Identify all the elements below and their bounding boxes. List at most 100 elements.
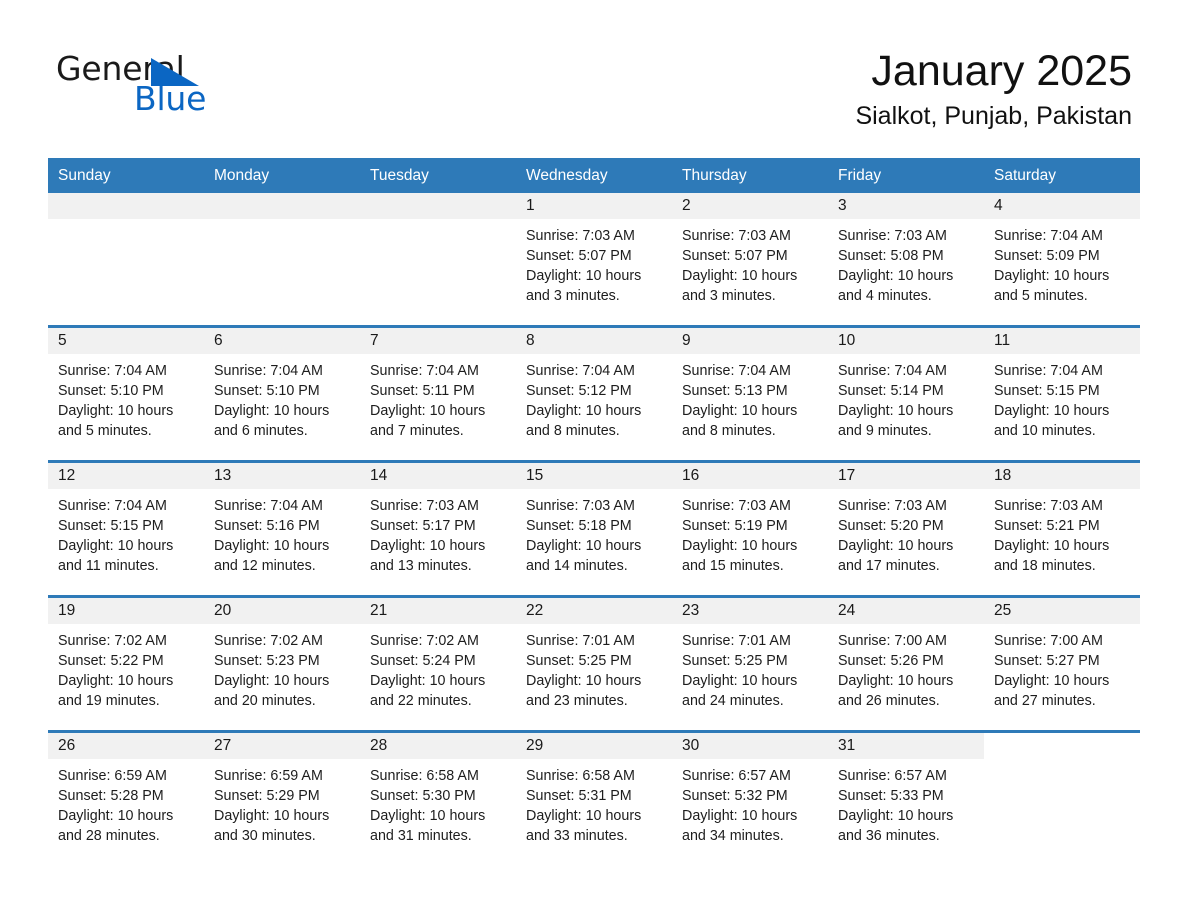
calendar-day-cell[interactable]: 27 Sunrise: 6:59 AM Sunset: 5:29 PM Dayligh… — [204, 733, 360, 866]
calendar-day-cell[interactable]: 14 Sunrise: 7:03 AM Sunset: 5:17 PM Dayligh… — [360, 463, 516, 596]
day-detail-line: Sunset: 5:26 PM — [838, 653, 944, 670]
calendar-day-cell[interactable]: 9 Sunrise: 7:04 AM Sunset: 5:13 PM Daylight… — [672, 328, 828, 461]
calendar-day-cell[interactable]: 23 Sunrise: 7:01 AM Sunset: 5:25 PM Dayligh… — [672, 598, 828, 731]
day-details: Sunrise: 7:02 AM Sunset: 5:22 PM Daylight:… — [48, 624, 204, 711]
day-detail-line: Sunrise: 6:57 AM — [682, 768, 791, 785]
calendar-day-cell[interactable]: 29 Sunrise: 6:58 AM Sunset: 5:31 PM Dayligh… — [516, 733, 672, 866]
day-number: 2 — [682, 197, 691, 215]
calendar-empty-cell — [984, 733, 1140, 866]
day-number: 21 — [370, 602, 388, 620]
day-detail-line: Sunset: 5:19 PM — [682, 518, 788, 535]
calendar-day-cell[interactable]: 20 Sunrise: 7:02 AM Sunset: 5:23 PM Dayligh… — [204, 598, 360, 731]
day-number: 1 — [526, 197, 535, 215]
calendar-day-cell[interactable]: 30 Sunrise: 6:57 AM Sunset: 5:32 PM Dayligh… — [672, 733, 828, 866]
day-number-band: 30 — [672, 733, 828, 760]
day-detail-line: and 8 minutes. — [526, 423, 620, 440]
day-detail-line: Sunset: 5:07 PM — [682, 248, 788, 265]
day-detail-line: Sunrise: 7:03 AM — [526, 228, 635, 245]
day-detail-line: Sunset: 5:28 PM — [58, 788, 164, 805]
day-detail-line: Sunset: 5:13 PM — [682, 383, 788, 400]
week-grid: 5 Sunrise: 7:04 AM Sunset: 5:10 PM Daylight… — [48, 328, 1140, 461]
day-detail-line: and 23 minutes. — [526, 693, 628, 710]
calendar-week-row: 12 Sunrise: 7:04 AM Sunset: 5:15 PM Dayligh… — [48, 460, 1140, 596]
calendar-day-cell[interactable]: 15 Sunrise: 7:03 AM Sunset: 5:18 PM Dayligh… — [516, 463, 672, 596]
day-detail-line: Daylight: 10 hours — [526, 808, 642, 825]
day-details: Sunrise: 6:59 AM Sunset: 5:29 PM Daylight:… — [204, 759, 360, 846]
day-number: 8 — [526, 332, 535, 350]
day-detail-line: and 13 minutes. — [370, 558, 472, 575]
day-details: Sunrise: 7:04 AM Sunset: 5:09 PM Daylight:… — [984, 219, 1140, 306]
calendar-day-cell[interactable]: 31 Sunrise: 6:57 AM Sunset: 5:33 PM Dayligh… — [828, 733, 984, 866]
day-details: Sunrise: 7:02 AM Sunset: 5:23 PM Daylight:… — [204, 624, 360, 711]
day-detail-line: Sunrise: 6:58 AM — [526, 768, 635, 785]
day-detail-line: Sunset: 5:07 PM — [526, 248, 632, 265]
calendar-day-cell[interactable]: 3 Sunrise: 7:03 AM Sunset: 5:08 PM Daylight… — [828, 193, 984, 326]
day-detail-line: Daylight: 10 hours — [526, 403, 642, 420]
calendar-day-cell[interactable]: 1 Sunrise: 7:03 AM Sunset: 5:07 PM Daylight… — [516, 193, 672, 326]
day-details: Sunrise: 7:03 AM Sunset: 5:19 PM Daylight:… — [672, 489, 828, 576]
calendar-day-cell[interactable]: 5 Sunrise: 7:04 AM Sunset: 5:10 PM Daylight… — [48, 328, 204, 461]
day-detail-line: Sunrise: 7:03 AM — [682, 228, 791, 245]
day-details: Sunrise: 7:03 AM Sunset: 5:07 PM Daylight:… — [516, 219, 672, 306]
day-number-band: 13 — [204, 463, 360, 490]
day-details: Sunrise: 7:04 AM Sunset: 5:11 PM Daylight:… — [360, 354, 516, 441]
day-number: 11 — [994, 332, 1011, 350]
calendar-day-cell[interactable]: 4 Sunrise: 7:04 AM Sunset: 5:09 PM Daylight… — [984, 193, 1140, 326]
day-detail-line: Sunset: 5:20 PM — [838, 518, 944, 535]
calendar-day-cell[interactable]: 22 Sunrise: 7:01 AM Sunset: 5:25 PM Dayligh… — [516, 598, 672, 731]
day-number-band: 3 — [828, 193, 984, 220]
day-detail-line: Daylight: 10 hours — [214, 538, 330, 555]
day-details — [984, 759, 1140, 766]
calendar-day-cell[interactable]: 28 Sunrise: 6:58 AM Sunset: 5:30 PM Dayligh… — [360, 733, 516, 866]
day-detail-line: Daylight: 10 hours — [682, 268, 798, 285]
day-detail-line: Sunrise: 7:01 AM — [526, 633, 635, 650]
day-detail-line: Daylight: 10 hours — [838, 673, 954, 690]
calendar-day-cell[interactable]: 8 Sunrise: 7:04 AM Sunset: 5:12 PM Daylight… — [516, 328, 672, 461]
calendar-day-cell[interactable]: 2 Sunrise: 7:03 AM Sunset: 5:07 PM Daylight… — [672, 193, 828, 326]
day-detail-line: Daylight: 10 hours — [370, 673, 486, 690]
calendar-day-cell[interactable]: 12 Sunrise: 7:04 AM Sunset: 5:15 PM Dayligh… — [48, 463, 204, 596]
day-detail-line: Sunset: 5:10 PM — [214, 383, 320, 400]
day-detail-line: and 30 minutes. — [214, 828, 316, 845]
calendar-day-cell[interactable]: 11 Sunrise: 7:04 AM Sunset: 5:15 PM Dayligh… — [984, 328, 1140, 461]
day-number-band: 5 — [48, 328, 204, 355]
calendar-day-cell[interactable]: 13 Sunrise: 7:04 AM Sunset: 5:16 PM Dayligh… — [204, 463, 360, 596]
day-number: 22 — [526, 602, 544, 620]
day-detail-line: Daylight: 10 hours — [838, 808, 954, 825]
day-detail-line: Sunrise: 7:04 AM — [58, 363, 167, 380]
calendar-day-cell[interactable]: 16 Sunrise: 7:03 AM Sunset: 5:19 PM Dayligh… — [672, 463, 828, 596]
calendar-day-cell[interactable]: 21 Sunrise: 7:02 AM Sunset: 5:24 PM Dayligh… — [360, 598, 516, 731]
day-detail-line: Daylight: 10 hours — [682, 538, 798, 555]
day-detail-line: Daylight: 10 hours — [526, 673, 642, 690]
day-detail-line: and 3 minutes. — [526, 288, 620, 305]
day-detail-line: Sunrise: 7:02 AM — [58, 633, 167, 650]
day-detail-line: Daylight: 10 hours — [58, 403, 174, 420]
day-detail-line: and 5 minutes. — [994, 288, 1088, 305]
calendar-day-cell[interactable]: 26 Sunrise: 6:59 AM Sunset: 5:28 PM Dayligh… — [48, 733, 204, 866]
day-detail-line: and 19 minutes. — [58, 693, 160, 710]
calendar-day-cell[interactable]: 7 Sunrise: 7:04 AM Sunset: 5:11 PM Daylight… — [360, 328, 516, 461]
day-number: 12 — [58, 467, 76, 485]
weekday-header-row: Sunday Monday Tuesday Wednesday Thursday Frid… — [48, 158, 1140, 194]
day-number-band: 24 — [828, 598, 984, 625]
location-subtitle: Sialkot, Punjab, Pakistan — [855, 102, 1132, 131]
calendar-day-cell[interactable]: 17 Sunrise: 7:03 AM Sunset: 5:20 PM Dayligh… — [828, 463, 984, 596]
day-detail-line: Sunrise: 7:04 AM — [370, 363, 479, 380]
calendar-day-cell[interactable]: 6 Sunrise: 7:04 AM Sunset: 5:10 PM Daylight… — [204, 328, 360, 461]
general-blue-logo[interactable]: General Blue — [56, 52, 276, 132]
day-number: 6 — [214, 332, 223, 350]
calendar-day-cell[interactable]: 19 Sunrise: 7:02 AM Sunset: 5:22 PM Dayligh… — [48, 598, 204, 731]
day-detail-line: Sunrise: 7:04 AM — [994, 228, 1103, 245]
calendar-empty-cell — [48, 193, 204, 326]
day-detail-line: Sunset: 5:21 PM — [994, 518, 1100, 535]
day-number: 25 — [994, 602, 1012, 620]
day-detail-line: Sunset: 5:27 PM — [994, 653, 1100, 670]
calendar-day-cell[interactable]: 10 Sunrise: 7:04 AM Sunset: 5:14 PM Dayligh… — [828, 328, 984, 461]
day-detail-line: Daylight: 10 hours — [994, 673, 1110, 690]
calendar-day-cell[interactable]: 24 Sunrise: 7:00 AM Sunset: 5:26 PM Dayligh… — [828, 598, 984, 731]
day-detail-line: Sunrise: 7:04 AM — [994, 363, 1103, 380]
day-number-band: 12 — [48, 463, 204, 490]
calendar-page: General Blue January 2025 Sialkot, Punja… — [0, 0, 1188, 918]
calendar-day-cell[interactable]: 25 Sunrise: 7:00 AM Sunset: 5:27 PM Dayligh… — [984, 598, 1140, 731]
calendar-day-cell[interactable]: 18 Sunrise: 7:03 AM Sunset: 5:21 PM Dayligh… — [984, 463, 1140, 596]
